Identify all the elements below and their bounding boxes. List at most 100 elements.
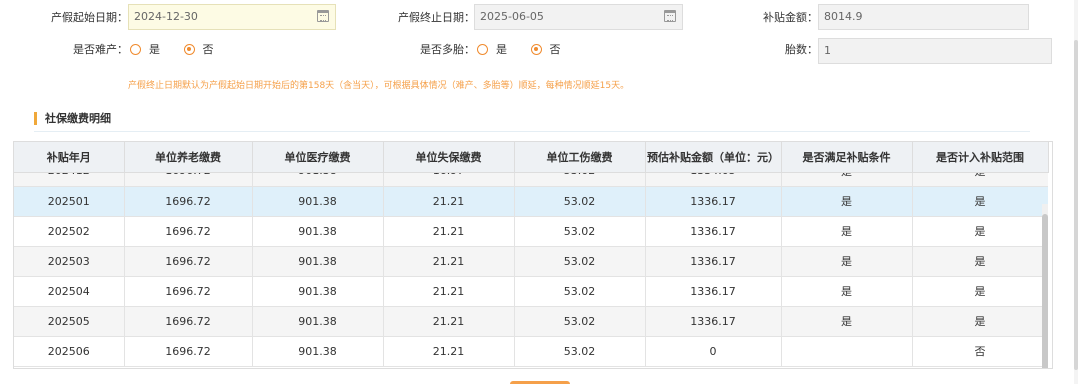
table-cell: 是 xyxy=(912,276,1048,307)
difficult-birth-radio-group: 是 否 xyxy=(130,36,234,64)
table-cell: 否 xyxy=(912,336,1048,367)
table-cell: 1336.17 xyxy=(645,186,782,217)
leave-start-label: 产假起始日期： xyxy=(51,11,128,24)
table-cell: 1696.72 xyxy=(124,336,253,367)
header-row: 补贴年月 单位养老缴费 单位医疗缴费 单位失保缴费 单位工伤缴费 预估补贴金额（… xyxy=(14,142,1049,173)
table-cell: 21.21 xyxy=(383,246,515,277)
page-scroll-thumb[interactable] xyxy=(1074,40,1078,370)
table-cell: 0 xyxy=(645,336,782,367)
table-header: 补贴年月 单位养老缴费 单位医疗缴费 单位失保缴费 单位工伤缴费 预估补贴金额（… xyxy=(14,142,1049,173)
col-header-pension[interactable]: 单位养老缴费 xyxy=(124,142,253,173)
table-cell: 901.38 xyxy=(252,173,384,187)
table-cell: 53.02 xyxy=(514,173,646,187)
table-cell: 53.02 xyxy=(514,306,646,337)
table-cell: 1696.72 xyxy=(124,216,253,247)
table-row[interactable]: 202505 1696.72 901.38 21.21 53.02 1336.17 是是 xyxy=(14,306,1048,337)
fetus-count-label: 胎数： xyxy=(785,43,818,56)
table-scrollbar[interactable] xyxy=(1042,204,1048,368)
radio-checked-icon[interactable] xyxy=(530,43,542,55)
table-row[interactable]: 202503 1696.72 901.38 21.21 53.02 1336.17 是是 xyxy=(14,246,1048,277)
table-row[interactable]: 202501 1696.72 901.38 21.21 53.02 1336.17 是是 xyxy=(14,186,1048,217)
table-cell: 是 xyxy=(912,216,1048,247)
table-row[interactable]: 202506 1696.72 901.38 21.21 53.02 0 否 xyxy=(14,336,1048,367)
radio-icon[interactable] xyxy=(130,43,141,55)
table-cell: 202505 xyxy=(14,306,125,337)
table-cell: 202502 xyxy=(14,216,125,247)
table-cell: 1696.72 xyxy=(124,306,253,337)
fetus-count-field: 1 xyxy=(818,38,1052,64)
table-cell: 是 xyxy=(781,276,913,307)
leave-end-label: 产假终止日期： xyxy=(398,11,475,24)
yes-label: 是 xyxy=(496,43,507,56)
col-header-included[interactable]: 是否计入补贴范围 xyxy=(912,142,1049,173)
multiple-birth-radio-group: 是 否 xyxy=(477,36,581,64)
yes-label: 是 xyxy=(149,43,160,56)
table-cell: 是 xyxy=(781,306,913,337)
social-security-table: 补贴年月 单位养老缴费 单位医疗缴费 单位失保缴费 单位工伤缴费 预估补贴金额（… xyxy=(13,141,1053,369)
subsidy-amount-value: 8014.9 xyxy=(824,10,863,23)
leave-end-value: 2025-06-05 xyxy=(480,10,544,23)
table-cell: 21.21 xyxy=(383,216,515,247)
table-cell: 是 xyxy=(912,306,1048,337)
table-row[interactable]: 202504 1696.72 901.38 21.21 53.02 1336.17 是是 xyxy=(14,276,1048,307)
leave-start-input[interactable]: 2024-12-30 xyxy=(128,4,336,30)
form-row-dates: 产假起始日期： 2024-12-30 产假终止日期： 2025-06-05 补贴… xyxy=(0,4,1060,32)
multiple-birth-label: 是否多胎： xyxy=(420,43,475,56)
table-cell: 901.38 xyxy=(252,336,384,367)
multiple-birth-no-option[interactable]: 否 xyxy=(530,36,561,64)
difficult-birth-no-option[interactable]: 否 xyxy=(183,36,214,64)
table-cell: 是 xyxy=(912,186,1048,217)
table-cell: 901.38 xyxy=(252,186,384,217)
calendar-icon[interactable] xyxy=(664,10,676,22)
col-header-injury[interactable]: 单位工伤缴费 xyxy=(514,142,646,173)
table-cell: 是 xyxy=(912,246,1048,277)
table-cell: 是 xyxy=(912,173,1048,187)
table-cell: 21.21 xyxy=(383,336,515,367)
table-cell: 1336.17 xyxy=(645,276,782,307)
subsidy-amount-field: 8014.9 xyxy=(818,4,1029,30)
table-cell: 是 xyxy=(781,186,913,217)
radio-checked-icon[interactable] xyxy=(183,43,195,55)
form-row-options: 是否难产： 是 否 是否多胎： 是 否 胎数： 1 xyxy=(0,36,1060,64)
table-cell: 是 xyxy=(781,173,913,187)
table-cell: 53.02 xyxy=(514,336,646,367)
leave-start-value: 2024-12-30 xyxy=(134,10,198,23)
calendar-icon[interactable] xyxy=(317,10,329,22)
table-cell: 53.02 xyxy=(514,186,646,217)
table-cell: 202503 xyxy=(14,246,125,277)
table-body: 2024121696.72901.3816.9753.021334.05是是20… xyxy=(14,173,1048,367)
table-cell: 53.02 xyxy=(514,246,646,277)
table-cell: 1696.72 xyxy=(124,276,253,307)
difficult-birth-yes-option[interactable]: 是 xyxy=(130,36,160,64)
table-cell: 202506 xyxy=(14,336,125,367)
fetus-count-value: 1 xyxy=(824,44,831,57)
table-cell: 21.21 xyxy=(383,276,515,307)
table-cell: 是 xyxy=(781,216,913,247)
table-cell: 53.02 xyxy=(514,276,646,307)
table-cell: 1336.17 xyxy=(645,306,782,337)
table-cell: 202504 xyxy=(14,276,125,307)
col-header-unemployment[interactable]: 单位失保缴费 xyxy=(383,142,515,173)
table-cell: 53.02 xyxy=(514,216,646,247)
col-header-medical[interactable]: 单位医疗缴费 xyxy=(252,142,384,173)
table-cell: 901.38 xyxy=(252,246,384,277)
col-header-month[interactable]: 补贴年月 xyxy=(14,142,125,173)
subsidy-amount-label: 补贴金额： xyxy=(763,11,818,24)
section-title: 社保缴费明细 xyxy=(34,112,111,125)
col-header-eligible[interactable]: 是否满足补贴条件 xyxy=(781,142,913,173)
difficult-birth-label: 是否难产： xyxy=(73,43,128,56)
leave-end-input[interactable]: 2025-06-05 xyxy=(474,4,683,30)
multiple-birth-yes-option[interactable]: 是 xyxy=(477,36,507,64)
table-cell: 901.38 xyxy=(252,276,384,307)
table-cell: 1336.17 xyxy=(645,216,782,247)
no-label: 否 xyxy=(202,43,214,56)
table-cell: 1336.17 xyxy=(645,246,782,277)
col-header-estimated-subsidy[interactable]: 预估补贴金额（单位：元） xyxy=(645,142,782,173)
radio-icon[interactable] xyxy=(477,43,488,55)
table-row[interactable]: 2024121696.72901.3816.9753.021334.05是是 xyxy=(14,173,1048,187)
table-row[interactable]: 202502 1696.72 901.38 21.21 53.02 1336.17 是是 xyxy=(14,216,1048,247)
table-scroll-thumb[interactable] xyxy=(1042,214,1048,368)
table-cell: 901.38 xyxy=(252,216,384,247)
table-cell: 16.97 xyxy=(383,173,515,187)
table-cell: 21.21 xyxy=(383,186,515,217)
